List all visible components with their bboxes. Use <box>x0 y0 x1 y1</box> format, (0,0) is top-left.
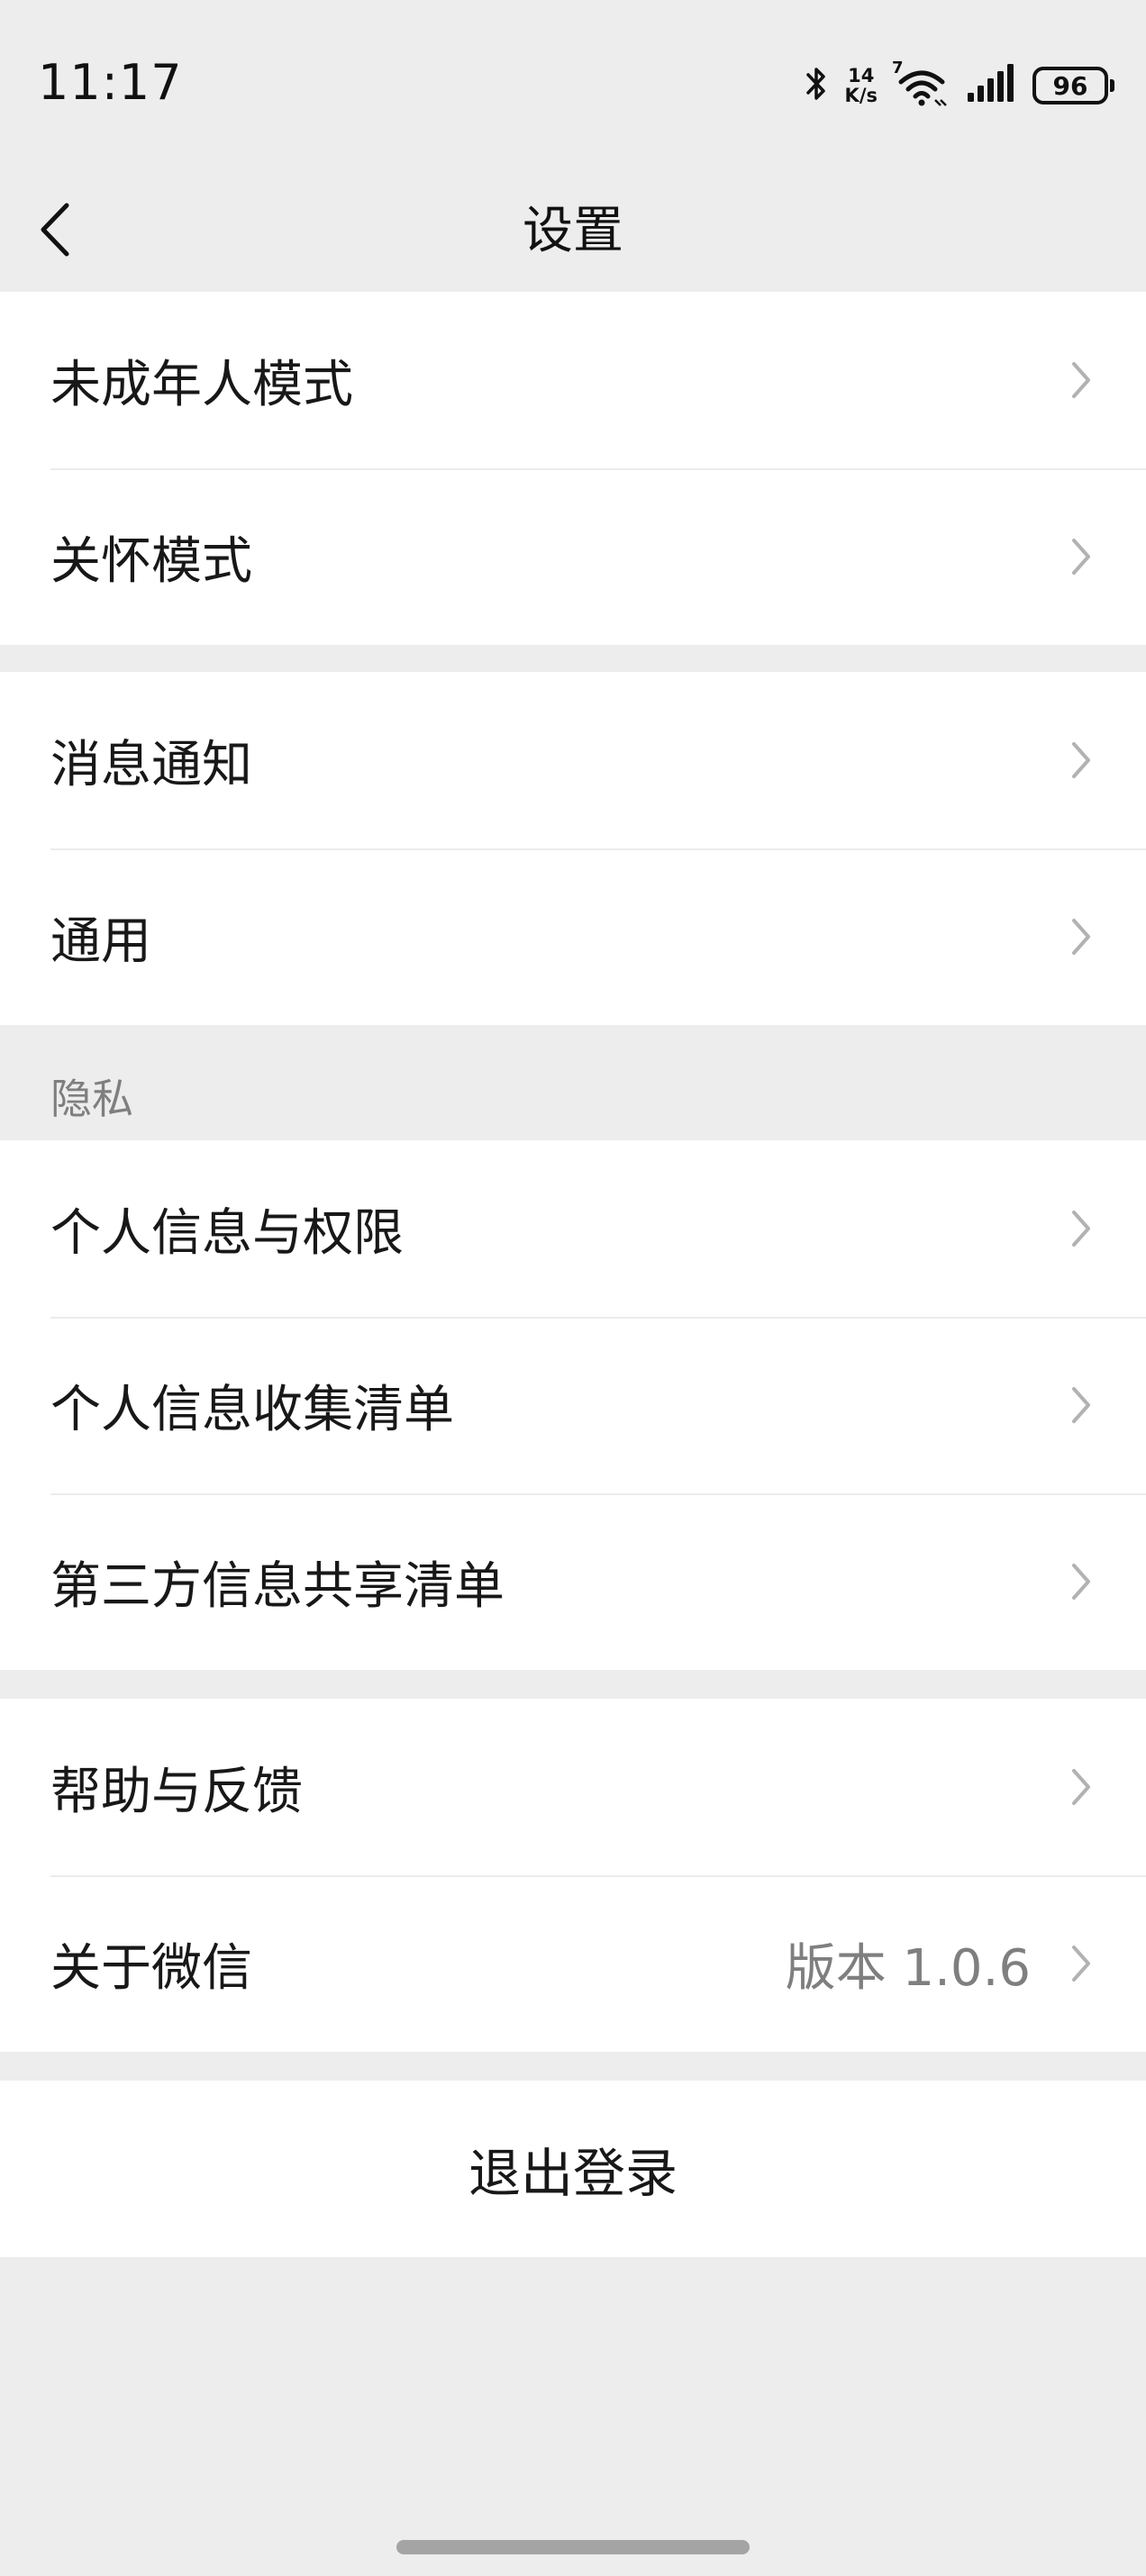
chevron-right-icon <box>1067 1383 1096 1428</box>
settings-item-label: 关怀模式 <box>50 531 252 591</box>
chevron-right-icon <box>1067 1764 1096 1810</box>
settings-item-label: 关于微信 <box>50 1938 252 1998</box>
settings-group-privacy: 个人信息与权限 个人信息收集清单 第三方信息共享清单 <box>0 1140 1146 1670</box>
settings-item-minor-mode[interactable]: 未成年人模式 <box>0 292 1146 468</box>
net-speed-value: 14 <box>848 65 875 86</box>
settings-item-about-wechat[interactable]: 关于微信 版本 1.0.6 <box>0 1875 1146 2052</box>
settings-item-label: 帮助与反馈 <box>50 1762 303 1821</box>
chevron-right-icon <box>1067 534 1096 579</box>
chevron-left-icon <box>36 202 72 261</box>
status-bar: 11:17 14 K/s 7 96 <box>0 0 1146 171</box>
version-value: 版本 1.0.6 <box>785 1938 1031 1998</box>
settings-item-label: 个人信息与权限 <box>50 1203 404 1263</box>
settings-item-label: 个人信息收集清单 <box>50 1380 454 1439</box>
settings-group-mode: 未成年人模式 关怀模式 <box>0 292 1146 645</box>
chevron-right-icon <box>1067 358 1096 403</box>
navigation-bar: 设置 <box>0 171 1146 292</box>
battery-icon: 96 <box>1032 67 1114 104</box>
settings-item-notifications[interactable]: 消息通知 <box>0 672 1146 848</box>
bluetooth-icon <box>805 64 829 107</box>
net-speed-unit: K/s <box>844 85 878 106</box>
chevron-right-icon <box>1067 1941 1096 1986</box>
wifi-icon: 7 <box>892 59 950 107</box>
back-button[interactable] <box>36 191 117 272</box>
chevron-right-icon <box>1067 738 1096 783</box>
net-speed: 14 K/s <box>845 66 878 105</box>
status-time: 11:17 <box>38 54 183 111</box>
status-icons: 14 K/s 7 96 <box>805 59 1114 108</box>
cellular-signal-icon <box>966 64 1016 107</box>
settings-item-info-collection-list[interactable]: 个人信息收集清单 <box>0 1317 1146 1493</box>
section-header-privacy: 隐私 <box>50 1075 133 1123</box>
chevron-right-icon <box>1067 1206 1096 1251</box>
settings-item-label: 消息通知 <box>50 735 252 794</box>
logout-button[interactable]: 退出登录 <box>0 2081 1146 2257</box>
page-title: 设置 <box>523 202 623 260</box>
settings-item-label: 第三方信息共享清单 <box>50 1556 505 1616</box>
chevron-right-icon <box>1067 914 1096 959</box>
settings-item-care-mode[interactable]: 关怀模式 <box>0 468 1146 645</box>
home-indicator[interactable] <box>396 2540 750 2554</box>
settings-item-personal-info-permissions[interactable]: 个人信息与权限 <box>0 1140 1146 1317</box>
wifi-badge: 7 <box>892 59 904 77</box>
settings-group-about: 帮助与反馈 关于微信 版本 1.0.6 <box>0 1699 1146 2052</box>
chevron-right-icon <box>1067 1559 1096 1604</box>
settings-item-help-feedback[interactable]: 帮助与反馈 <box>0 1699 1146 1875</box>
settings-item-general[interactable]: 通用 <box>0 848 1146 1025</box>
settings-item-third-party-sharing-list[interactable]: 第三方信息共享清单 <box>0 1493 1146 1670</box>
settings-item-label: 通用 <box>50 912 151 971</box>
settings-item-label: 未成年人模式 <box>50 355 353 414</box>
settings-group-general: 消息通知 通用 <box>0 672 1146 1025</box>
